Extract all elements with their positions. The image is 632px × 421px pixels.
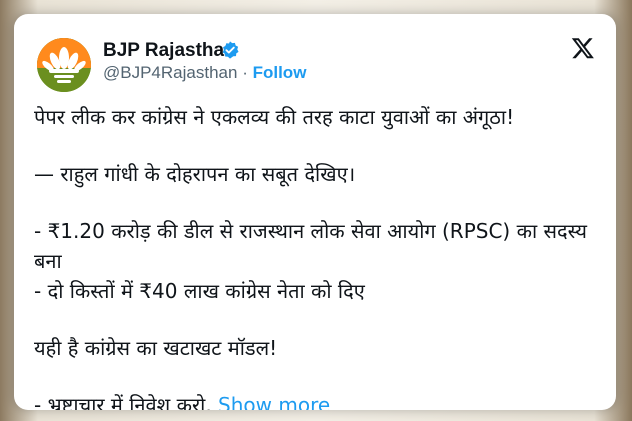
bjp-lotus-logo-icon	[37, 38, 91, 92]
verified-badge-icon	[222, 41, 239, 59]
tweet-line-last: - भ्रष्टाचार में निवेश करो, Show more	[34, 390, 609, 410]
avatar[interactable]	[37, 38, 91, 92]
x-logo-icon[interactable]	[571, 36, 595, 60]
show-more-link[interactable]: Show more	[218, 393, 330, 410]
author-handle[interactable]: @BJP4Rajasthan	[103, 63, 237, 82]
follow-button[interactable]: Follow	[253, 63, 307, 82]
tweet-line-point-2: - दो किस्तों में ₹40 लाख कांग्रेस नेता क…	[34, 279, 365, 303]
separator-dot: ·	[242, 63, 248, 82]
tweet-line-subheading: — राहुल गांधी के दोहरापन का सबूत देखिए।	[34, 162, 356, 186]
author-name[interactable]: BJP Rajasthan	[103, 40, 236, 62]
tweet-line-model: यही है कांग्रेस का खटाखट मॉडल!	[34, 336, 278, 360]
tweet-card: BJP Rajasthan @BJP4Rajasthan · Follow पे…	[14, 14, 616, 410]
tweet-text: पेपर लीक कर कांग्रेस ने एकलव्य की तरह का…	[34, 102, 609, 410]
tweet-line-point-1: - ₹1.20 करोड़ की डील से राजस्थान लोक सेव…	[34, 219, 588, 273]
tweet-line-truncated: - भ्रष्टाचार में निवेश करो,	[34, 393, 212, 410]
tweet-line-headline: पेपर लीक कर कांग्रेस ने एकलव्य की तरह का…	[34, 105, 515, 129]
handle-row: @BJP4Rajasthan · Follow	[103, 63, 306, 83]
